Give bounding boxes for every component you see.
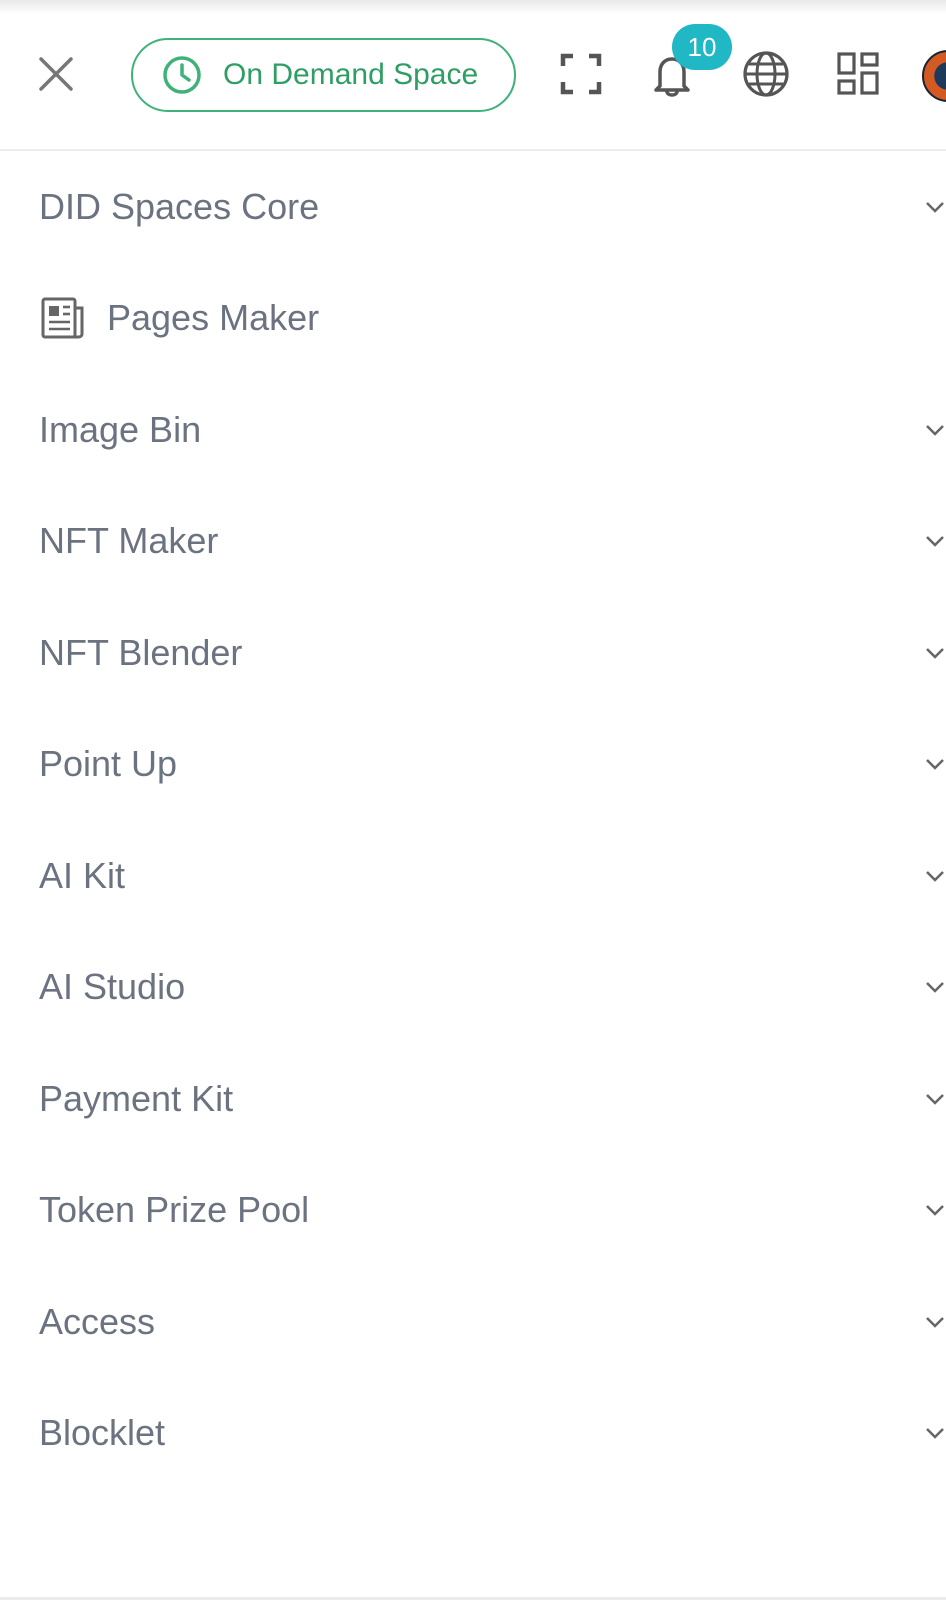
menu-item-nft-maker[interactable]: NFT Maker (0, 486, 946, 598)
close-icon (39, 57, 73, 91)
chevron-down-icon (926, 424, 944, 436)
navigation-menu: DID Spaces Core Pages Maker Image Bin NF… (0, 151, 946, 1489)
apps-button[interactable] (834, 50, 882, 98)
menu-item-label: Access (39, 1300, 156, 1342)
menu-item-nft-blender[interactable]: NFT Blender (0, 597, 946, 709)
chevron-down-icon (926, 1205, 944, 1217)
menu-item-pages-maker[interactable]: Pages Maker (0, 263, 946, 375)
menu-item-label: DID Spaces Core (39, 185, 320, 227)
fullscreen-button[interactable] (557, 50, 605, 98)
close-button[interactable] (34, 52, 78, 96)
clock-icon (163, 56, 201, 94)
chevron-down-icon (926, 647, 944, 659)
chevron-down-icon (926, 536, 944, 548)
grid-icon (837, 52, 879, 95)
menu-item-payment-kit[interactable]: Payment Kit (0, 1043, 946, 1155)
chevron-down-icon (926, 1316, 944, 1328)
menu-item-label: Blocklet (39, 1412, 166, 1454)
menu-item-label: Token Prize Pool (39, 1189, 310, 1231)
avatar[interactable] (922, 50, 946, 102)
fullscreen-icon (560, 53, 602, 95)
menu-item-did-spaces-core[interactable]: DID Spaces Core (0, 151, 946, 263)
menu-item-label: NFT Blender (39, 631, 243, 673)
chevron-down-icon (926, 759, 944, 771)
globe-icon (743, 51, 789, 97)
menu-item-point-up[interactable]: Point Up (0, 709, 946, 821)
newspaper-icon (41, 297, 84, 339)
chevron-down-icon (926, 201, 944, 213)
on-demand-space-label: On Demand Space (223, 58, 479, 91)
menu-item-image-bin[interactable]: Image Bin (0, 374, 946, 486)
menu-item-label: AI Studio (39, 966, 186, 1008)
menu-item-token-prize-pool[interactable]: Token Prize Pool (0, 1155, 946, 1267)
top-bar: On Demand Space 10 (0, 0, 946, 151)
chevron-down-icon (926, 1093, 944, 1105)
menu-item-ai-studio[interactable]: AI Studio (0, 932, 946, 1044)
menu-item-label: Pages Maker (107, 297, 320, 339)
language-button[interactable] (742, 50, 790, 98)
notification-count-badge: 10 (672, 24, 732, 70)
menu-item-label: Point Up (39, 743, 178, 785)
menu-item-label: AI Kit (39, 854, 126, 896)
menu-item-blocklet[interactable]: Blocklet (0, 1378, 946, 1490)
chevron-down-icon (926, 870, 944, 882)
on-demand-space-button[interactable]: On Demand Space (131, 38, 516, 112)
menu-item-ai-kit[interactable]: AI Kit (0, 820, 946, 932)
chevron-down-icon (926, 982, 944, 994)
menu-item-label: Image Bin (39, 408, 202, 450)
menu-item-label: Payment Kit (39, 1077, 234, 1119)
chevron-down-icon (926, 1428, 944, 1440)
menu-item-access[interactable]: Access (0, 1266, 946, 1378)
menu-item-label: NFT Maker (39, 520, 219, 562)
